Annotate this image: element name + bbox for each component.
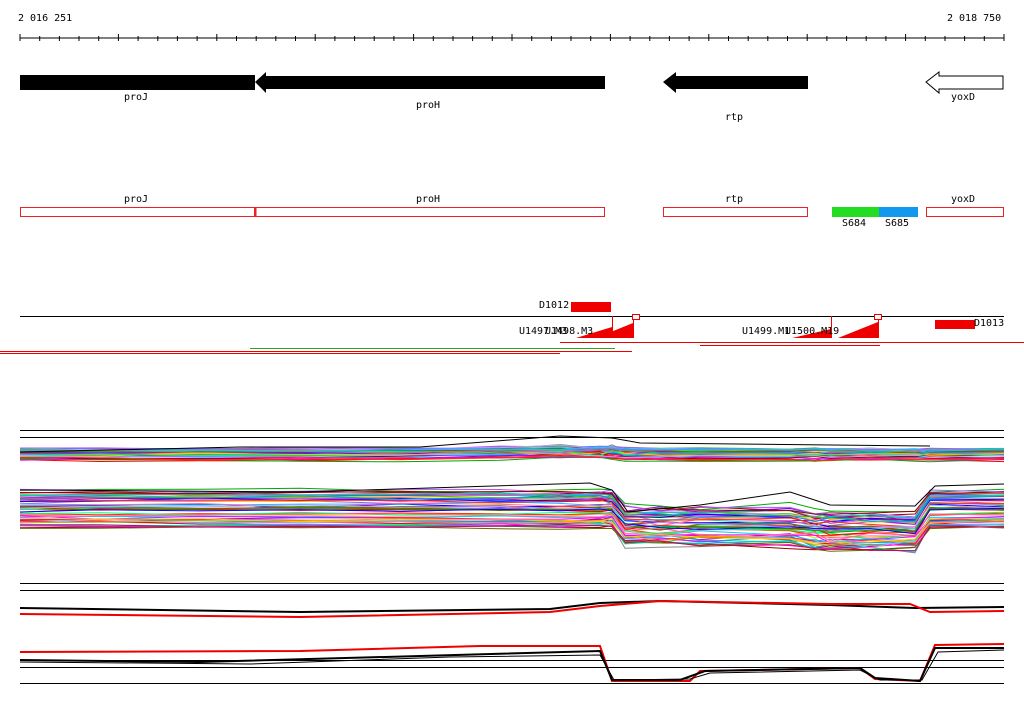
feature-d1012[interactable] (571, 302, 611, 312)
feature-u1500-wedge[interactable] (838, 322, 878, 338)
feature-label-d1012[interactable]: D1012 (539, 300, 569, 312)
feature-label-u1499[interactable]: U1499.M1 (742, 326, 790, 338)
gene-track (20, 70, 1004, 95)
summary-trace (19, 599, 1005, 614)
gene-arrow-yoxd[interactable] (925, 70, 1004, 95)
transcript-label-rtp[interactable]: rtp (725, 194, 743, 206)
gene-label-rtp[interactable]: rtp (725, 112, 743, 124)
expression-panel-summary (19, 583, 1005, 684)
gene-arrow-proh[interactable] (255, 72, 605, 93)
ruler-start-label: 2 016 251 (18, 13, 73, 24)
ruler-end-label: 2 018 750 (947, 13, 1002, 24)
segment-label-s685[interactable]: S685 (885, 218, 909, 230)
feature-label-u1498[interactable]: U1498.M3 (545, 326, 593, 338)
gene-arrow-proj[interactable] (20, 75, 255, 90)
transcript-label-yoxd[interactable]: yoxD (951, 194, 975, 206)
coordinate-ruler (19, 34, 1005, 41)
genome-browser-canvas (0, 34, 1024, 684)
feature-label-d1013[interactable]: D1013 (974, 318, 1004, 330)
transcript-box-rtp[interactable] (663, 207, 808, 217)
segment-label-s684[interactable]: S684 (842, 218, 866, 230)
transcript-label-proh[interactable]: proH (416, 194, 440, 206)
summary-trace (19, 647, 1004, 683)
feature-marker[interactable] (874, 314, 882, 320)
gene-arrow-rtp[interactable] (663, 72, 808, 93)
feature-d1013[interactable] (935, 320, 975, 329)
gene-label-proj[interactable]: proJ (124, 92, 148, 104)
summary-trace (19, 649, 1005, 681)
feature-marker[interactable] (632, 314, 640, 320)
transcript-label-proj[interactable]: proJ (124, 194, 148, 206)
expression-traces (19, 435, 1005, 554)
summary-traces (19, 599, 1005, 683)
segment-s684[interactable] (832, 207, 879, 217)
gene-label-yoxd[interactable]: yoxD (951, 92, 975, 104)
feature-label-u1500[interactable]: U1500.M19 (785, 326, 839, 338)
transcript-box-proh[interactable] (255, 207, 605, 217)
segment-s685[interactable] (879, 207, 918, 217)
transcript-box-proj[interactable] (20, 207, 255, 217)
gene-label-proh[interactable]: proH (416, 100, 440, 112)
feature-track (0, 302, 1024, 354)
expression-panel-multi (19, 430, 1005, 554)
transcript-track (20, 207, 1004, 217)
transcript-box-yoxd[interactable] (926, 207, 1004, 217)
